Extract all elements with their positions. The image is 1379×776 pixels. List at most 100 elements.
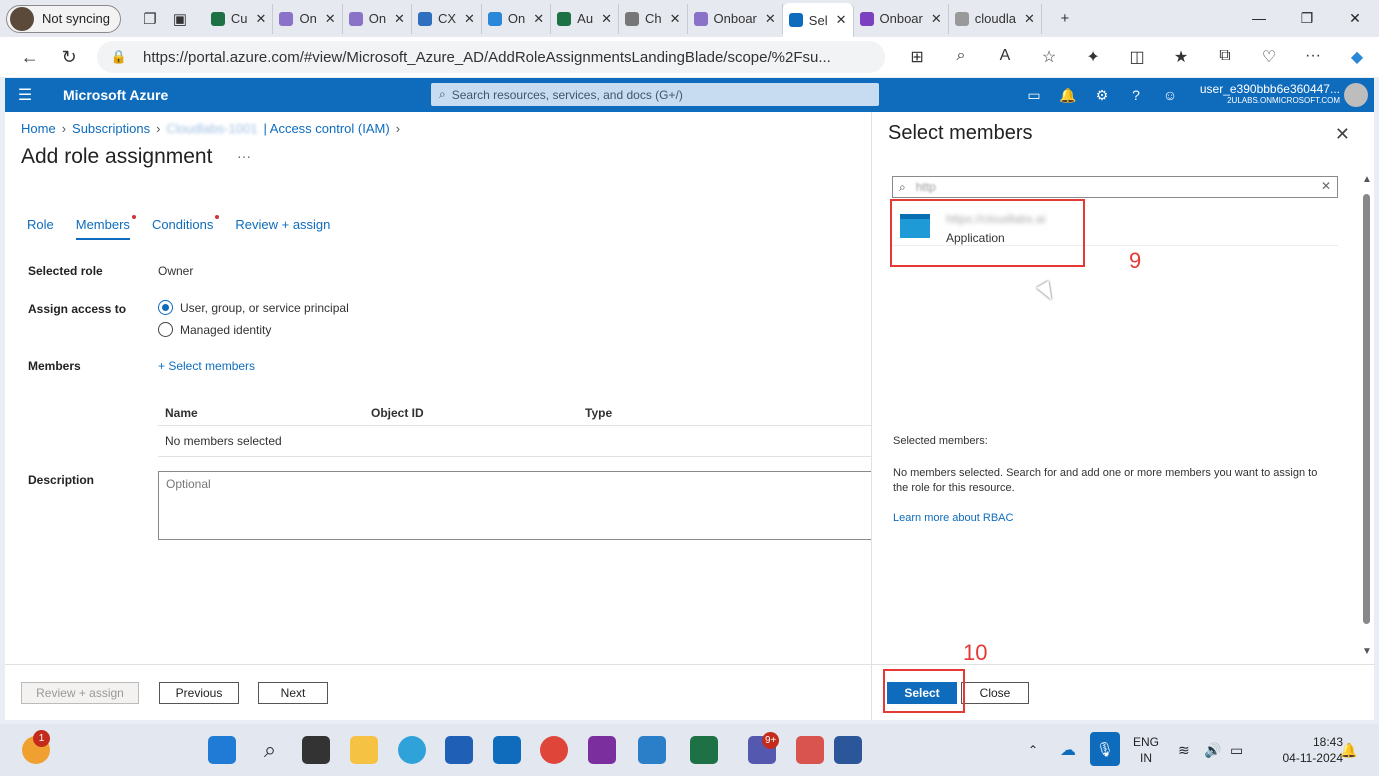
outlook-icon[interactable]	[493, 736, 521, 764]
back-icon[interactable]: ←	[10, 47, 49, 68]
breadcrumb-subscriptions[interactable]: Subscriptions	[72, 121, 150, 136]
onedrive-icon[interactable]: ☁	[1060, 724, 1076, 776]
feedback-icon[interactable]: ☺	[1153, 87, 1187, 103]
tab-close-icon[interactable]: ✕	[533, 11, 544, 27]
tab-close-icon[interactable]: ✕	[256, 11, 267, 27]
tab-close-icon[interactable]: ✕	[464, 11, 475, 27]
favorites-icon[interactable]: ★	[1159, 47, 1203, 67]
zoom-icon[interactable]: ⌕	[939, 47, 983, 67]
tab-close-icon[interactable]: ✕	[836, 12, 847, 28]
review-assign-button[interactable]: Review + assign	[21, 682, 139, 704]
clock[interactable]: 18:43 04-11-2024	[1283, 734, 1344, 766]
apps-icon[interactable]: ⊞	[895, 47, 939, 67]
volume-icon[interactable]: 🔊	[1204, 724, 1221, 776]
browser-tab[interactable]: On ✕	[343, 3, 412, 34]
hamburger-menu-icon[interactable]: ☰	[5, 85, 45, 105]
notification-bell-icon[interactable]: 🔔	[1340, 724, 1357, 776]
browser-tab[interactable]: Ch ✕	[619, 3, 688, 34]
snipping-tool-icon[interactable]	[796, 736, 824, 764]
store-icon[interactable]	[445, 736, 473, 764]
copilot-icon[interactable]: ◆	[1335, 47, 1379, 67]
global-search-input[interactable]: ⌕ Search resources, services, and docs (…	[431, 83, 879, 106]
browser-tab[interactable]: Sel ✕	[782, 3, 854, 37]
browser-tab[interactable]: Cu ✕	[205, 3, 274, 34]
refresh-icon[interactable]: ↻	[49, 47, 88, 68]
chrome-icon[interactable]	[540, 736, 568, 764]
tab-review-assign[interactable]: Review + assign	[235, 217, 330, 240]
more-options-icon[interactable]: ···	[237, 148, 251, 164]
browser-tab[interactable]: On ✕	[273, 3, 343, 34]
column-object-id[interactable]: Object ID	[371, 406, 585, 420]
radio-managed-identity[interactable]: Managed identity	[158, 322, 271, 337]
scroll-up-icon[interactable]: ▲	[1362, 174, 1372, 185]
profile-button[interactable]: Not syncing	[6, 4, 121, 33]
minimize-icon[interactable]: —	[1235, 10, 1283, 27]
tab-members[interactable]: Members	[75, 215, 136, 240]
browser-tab[interactable]: Onboar ✕	[854, 3, 949, 34]
tab-conditions[interactable]: Conditions	[152, 215, 220, 240]
next-button[interactable]: Next	[258, 682, 328, 704]
settings-gear-icon[interactable]: ⚙	[1085, 87, 1119, 104]
tab-role[interactable]: Role	[27, 217, 54, 240]
column-type[interactable]: Type	[585, 406, 612, 420]
help-icon[interactable]: ?	[1119, 87, 1153, 103]
restore-icon[interactable]: ❐	[1283, 10, 1331, 27]
tab-actions-icon[interactable]: ▣	[165, 4, 195, 34]
radio-user-group-sp[interactable]: User, group, or service principal	[158, 300, 349, 315]
favorite-star-icon[interactable]: ☆	[1027, 47, 1071, 67]
battery-icon[interactable]: ▭	[1230, 724, 1243, 776]
description-textarea[interactable]: Optional	[158, 471, 871, 540]
tab-close-icon[interactable]: ✕	[1024, 11, 1035, 27]
browser-tab[interactable]: Onboar ✕	[688, 3, 783, 34]
previous-button[interactable]: Previous	[159, 682, 239, 704]
column-name[interactable]: Name	[158, 406, 371, 420]
close-button[interactable]: Close	[961, 682, 1029, 704]
tab-close-icon[interactable]: ✕	[931, 11, 942, 27]
breadcrumb-home[interactable]: Home	[21, 121, 56, 136]
show-hidden-icons-icon[interactable]: ⌃	[1028, 724, 1038, 776]
cloud-shell-icon[interactable]: ▭	[1017, 87, 1051, 104]
language-indicator[interactable]: ENG IN	[1133, 734, 1159, 766]
learn-more-rbac-link[interactable]: Learn more about RBAC	[893, 512, 1013, 524]
tab-close-icon[interactable]: ✕	[394, 11, 405, 27]
microphone-icon[interactable]: 🎙	[1090, 732, 1120, 766]
member-search-input[interactable]: ⌕ http ✕	[892, 176, 1338, 198]
new-tab-icon[interactable]: +	[1050, 4, 1080, 34]
select-members-link[interactable]: + Select members	[158, 359, 255, 373]
excel-icon[interactable]	[690, 736, 718, 764]
start-icon[interactable]	[208, 736, 236, 764]
azure-title[interactable]: Microsoft Azure	[63, 87, 168, 103]
file-explorer-icon[interactable]	[350, 736, 378, 764]
browser-tab[interactable]: CX ✕	[412, 3, 482, 34]
scroll-down-icon[interactable]: ▼	[1362, 646, 1372, 657]
panel-scrollbar[interactable]: ▲ ▼	[1362, 174, 1372, 658]
scrollbar-thumb[interactable]	[1363, 194, 1370, 624]
tab-close-icon[interactable]: ✕	[601, 11, 612, 27]
more-menu-icon[interactable]: ···	[1291, 47, 1335, 67]
edge-icon[interactable]	[398, 736, 426, 764]
tab-close-icon[interactable]: ✕	[765, 11, 776, 27]
onenote-icon[interactable]	[588, 736, 616, 764]
clear-search-icon[interactable]: ✕	[1321, 179, 1331, 193]
browser-essentials-icon[interactable]: ♡	[1247, 47, 1291, 67]
search-icon[interactable]: ⌕	[256, 736, 284, 764]
tab-close-icon[interactable]: ✕	[325, 11, 336, 27]
workspaces-icon[interactable]: ❐	[135, 4, 165, 34]
account-info[interactable]: user_e390bbb6e360447... 2ULABS.ONMICROSO…	[1200, 83, 1340, 107]
extensions-icon[interactable]: ✦	[1071, 47, 1115, 67]
word-icon[interactable]	[834, 736, 862, 764]
split-screen-icon[interactable]: ◫	[1115, 47, 1159, 67]
tab-close-icon[interactable]: ✕	[670, 11, 681, 27]
browser-tab[interactable]: On ✕	[482, 3, 552, 34]
window-close-icon[interactable]: ✕	[1331, 10, 1379, 27]
wifi-icon[interactable]: ≋	[1178, 724, 1190, 776]
notifications-icon[interactable]: 🔔	[1051, 87, 1085, 104]
read-aloud-icon[interactable]: A	[983, 47, 1027, 67]
close-icon[interactable]: ✕	[1335, 124, 1350, 145]
task-view-icon[interactable]	[302, 736, 330, 764]
powershell-icon[interactable]	[638, 736, 666, 764]
account-avatar[interactable]	[1344, 83, 1368, 107]
browser-tab[interactable]: cloudla ✕	[949, 3, 1042, 34]
breadcrumb-subscription-name[interactable]: Cloudlabs-1001	[166, 121, 257, 136]
breadcrumb-iam[interactable]: | Access control (IAM)	[264, 121, 390, 136]
